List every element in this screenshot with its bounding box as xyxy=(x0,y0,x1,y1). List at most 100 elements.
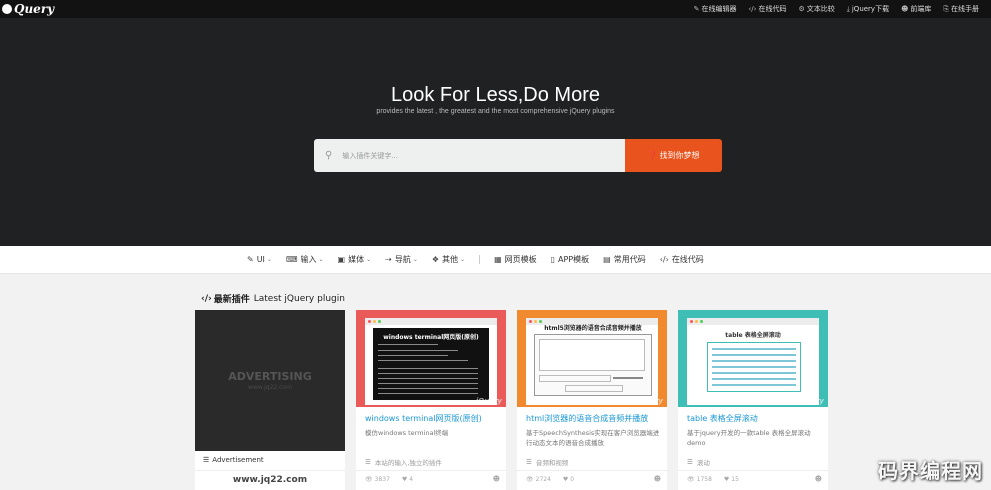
author-icon[interactable]: ☻ xyxy=(654,475,661,483)
top-link-label: 前端库 xyxy=(910,5,932,13)
top-link-jquery-download[interactable]: ⤓ jQuery下载 xyxy=(847,4,889,14)
text-line xyxy=(378,373,478,374)
plugin-category[interactable]: ☰ 音频和视频 xyxy=(526,457,568,467)
nav-item-label: 常用代码 xyxy=(613,255,646,264)
plugin-description: 基于jquery开发的一款table 表格全屏滚动demo xyxy=(687,429,811,447)
author-icon[interactable]: ☻ xyxy=(815,475,822,483)
nav-item-other[interactable]: ❖ 其他 ⌄ xyxy=(432,254,465,265)
nav-item-media[interactable]: ▣ 媒体 ⌄ xyxy=(338,254,372,265)
text-line xyxy=(378,355,448,356)
table-row xyxy=(712,378,796,380)
chevron-down-icon: ⌄ xyxy=(318,256,324,263)
search-button[interactable]: ❓ 找到你梦想 xyxy=(625,139,722,172)
text-line xyxy=(378,360,468,361)
top-link-manual[interactable]: ⎘ 在线手册 xyxy=(943,4,979,14)
code-icon: ‹/› xyxy=(748,5,757,13)
plugin-stats: 👁 2724 ♥ 0 xyxy=(526,476,574,483)
thumbnail-heading: html5浏览器的语音合成音频并播放 xyxy=(544,325,642,332)
view-count: 2724 xyxy=(535,476,551,483)
grid-icon: ▦ xyxy=(494,255,502,264)
plugin-card[interactable]: html5浏览器的语音合成音频并播放 jQuery html浏览器的语音合成音频… xyxy=(517,310,667,490)
author-icon[interactable]: ☻ xyxy=(493,475,500,483)
text-line xyxy=(378,383,478,384)
window-dot xyxy=(529,320,532,323)
thumbnail-heading: table 表格全屏滚动 xyxy=(725,332,781,339)
plugin-card[interactable]: windows terminal网页版(原创) jQuery windows t… xyxy=(356,310,506,490)
plugin-stats: 👁 3837 ♥ 4 xyxy=(365,476,413,483)
table-row xyxy=(712,348,796,350)
top-link-label: 在线代码 xyxy=(758,5,787,13)
user-icon: ☻ xyxy=(901,5,909,13)
top-link-label: 在线手册 xyxy=(951,5,979,13)
plugin-thumbnail[interactable]: windows terminal网页版(原创) jQuery xyxy=(356,310,506,407)
nav-item-ui[interactable]: ✎ UI ⌄ xyxy=(247,255,272,264)
download-icon: ⤓ xyxy=(846,4,850,13)
hero-banner: Look For Less,Do More provides the lates… xyxy=(0,18,991,246)
top-bar: Query ✎ 在线编辑器 ‹/› 在线代码 ⚙ 文本比较 ⤓ jQuery下载… xyxy=(0,0,991,18)
site-logo[interactable]: Query xyxy=(2,1,54,17)
navigation-icon: ⇢ xyxy=(385,255,392,264)
manual-icon: ⎘ xyxy=(943,4,949,13)
window-dot xyxy=(695,320,698,323)
top-link-text-compare[interactable]: ⚙ 文本比较 xyxy=(798,4,834,14)
divider xyxy=(356,470,506,471)
question-circle-icon: ❓ xyxy=(647,151,658,160)
plugin-title[interactable]: html浏览器的语音合成音频并播放 xyxy=(526,413,648,424)
search-icon: ⚲ xyxy=(325,150,333,161)
keyboard-icon: ⌨ xyxy=(285,255,298,264)
nav-item-web-templates[interactable]: ▦ 网页模板 xyxy=(494,254,537,265)
buttons-preview xyxy=(565,385,623,392)
like-count: 15 xyxy=(731,476,739,483)
code-icon: ‹/› xyxy=(201,293,212,304)
plugin-stats: 👁 1758 ♥ 15 xyxy=(687,476,739,483)
ad-text: ADVERTISING xyxy=(228,370,312,383)
nav-item-label: 网页模板 xyxy=(504,255,537,264)
heart-icon: ♥ xyxy=(562,476,569,483)
plugin-card[interactable]: table 表格全屏滚动 jQuery table 表格全屏滚动 基于jquer… xyxy=(678,310,828,490)
nav-item-common-code[interactable]: ▤ 常用代码 xyxy=(603,254,646,265)
plugin-thumbnail[interactable]: html5浏览器的语音合成音频并播放 jQuery xyxy=(517,310,667,407)
list-icon: ☰ xyxy=(365,458,371,466)
plugin-category[interactable]: ☰ 本站的输入,独立的插件 xyxy=(365,457,442,467)
slider-preview xyxy=(613,377,643,379)
nav-item-label: APP模板 xyxy=(558,255,590,264)
nav-item-navigation[interactable]: ⇢ 导航 ⌄ xyxy=(385,254,418,265)
top-link-online-code[interactable]: ‹/› 在线代码 xyxy=(749,4,787,14)
plugin-title[interactable]: table 表格全屏滚动 xyxy=(687,413,758,424)
nav-item-online-code[interactable]: ‹/› 在线代码 xyxy=(660,254,704,265)
plugin-description: 基于SpeechSynthesis实现在客户浏览器端进行动态文本的语音合成播放 xyxy=(526,429,660,447)
window-titlebar xyxy=(365,318,497,325)
plugin-title[interactable]: windows terminal网页版(原创) xyxy=(365,413,482,424)
text-line xyxy=(378,344,438,345)
chevron-down-icon: ⌄ xyxy=(412,256,418,263)
nav-item-input[interactable]: ⌨ 输入 ⌄ xyxy=(286,254,324,265)
nav-divider xyxy=(479,255,481,264)
list-icon: ☰ xyxy=(526,458,532,466)
plugin-category-label: 滚动 xyxy=(696,459,710,467)
nav-item-label: 导航 xyxy=(394,255,411,264)
speech-preview: html5浏览器的语音合成音频并播放 xyxy=(534,325,652,396)
mobile-icon: ▯ xyxy=(550,255,556,264)
top-link-frontend-lib[interactable]: ☻ 前端库 xyxy=(901,4,931,14)
media-icon: ▣ xyxy=(337,255,346,264)
table-row xyxy=(712,372,796,374)
top-link-label: 在线编辑器 xyxy=(701,5,737,13)
ad-card[interactable]: ADVERTISING www.jq22.com ☰ Advertisement… xyxy=(195,310,345,490)
plugin-thumbnail[interactable]: table 表格全屏滚动 jQuery xyxy=(678,310,828,407)
plugin-category-label: 本站的输入,独立的插件 xyxy=(374,459,442,467)
search-input[interactable] xyxy=(340,150,615,161)
thumbnail-watermark: jQuery xyxy=(636,397,663,405)
like-count: 0 xyxy=(570,476,575,483)
section-title-en: Latest jQuery plugin xyxy=(253,293,345,304)
nav-item-app-templates[interactable]: ▯ APP模板 xyxy=(551,254,590,265)
plugin-category[interactable]: ☰ 滚动 xyxy=(687,457,710,467)
compare-icon: ⚙ xyxy=(798,5,805,13)
ad-domain: www.jq22.com xyxy=(232,475,308,485)
top-link-label: 文本比较 xyxy=(806,5,835,13)
divider xyxy=(678,470,828,471)
top-link-editor[interactable]: ✎ 在线编辑器 xyxy=(694,4,737,14)
thumbnail-heading: windows terminal网页版(原创) xyxy=(383,334,479,341)
section-title-cn: 最新插件 xyxy=(213,295,250,305)
window-dot xyxy=(368,320,371,323)
search-box: ⚲ xyxy=(314,139,625,172)
